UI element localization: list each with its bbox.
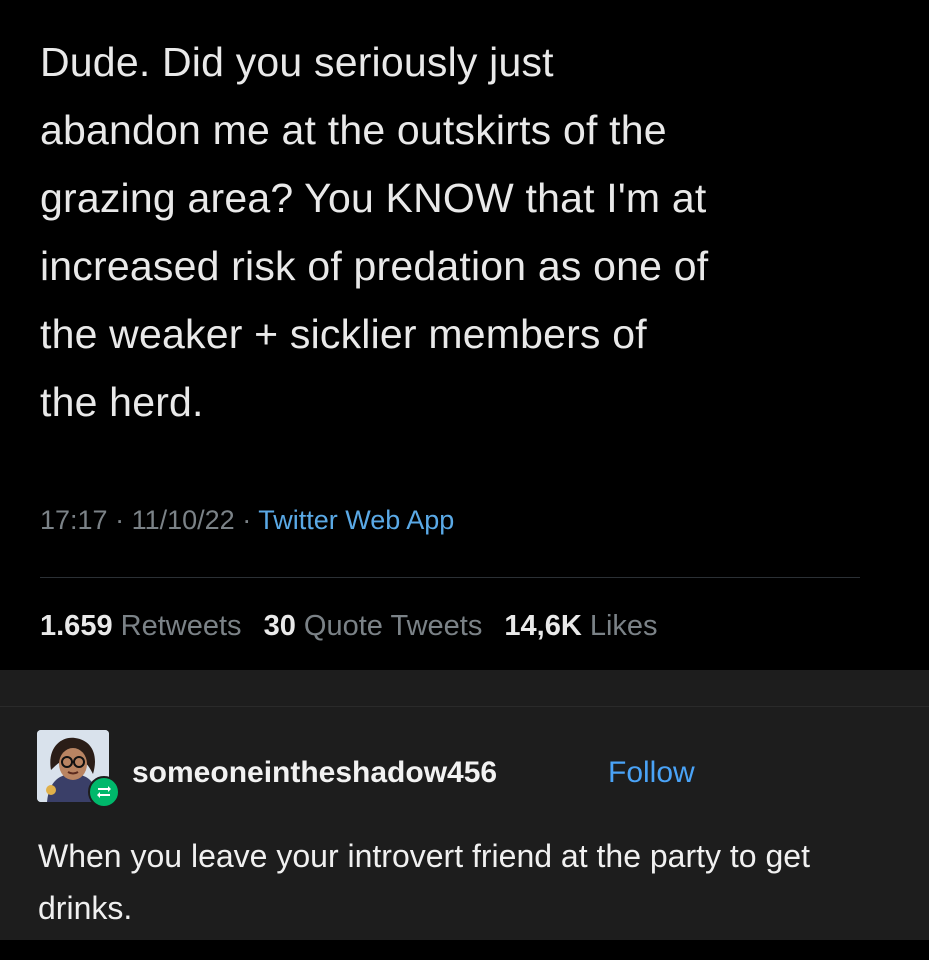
- likes-label: Likes: [589, 610, 658, 642]
- post-body: When you leave your introvert friend at …: [38, 838, 810, 926]
- quotes-count: 30: [263, 610, 296, 642]
- reblog-icon: [97, 786, 111, 798]
- tweet-card: Dude. Did you seriously just abandon me …: [0, 0, 929, 670]
- tweet-date[interactable]: 11/10/22: [132, 505, 235, 535]
- tweet-stats: 1.659 Retweets 30 Quote Tweets 14,6K Lik…: [40, 610, 658, 643]
- quotes-stat[interactable]: 30 Quote Tweets: [264, 610, 483, 642]
- divider: [0, 706, 929, 707]
- tweet-text: Dude. Did you seriously just abandon me …: [40, 39, 709, 425]
- meta-separator: ·: [242, 505, 259, 535]
- retweets-label: Retweets: [120, 610, 242, 642]
- retweets-stat[interactable]: 1.659 Retweets: [40, 610, 242, 642]
- bottom-edge: [0, 940, 929, 960]
- follow-button[interactable]: Follow: [608, 756, 695, 790]
- tweet-source-link[interactable]: Twitter Web App: [258, 505, 454, 535]
- post-username[interactable]: someoneintheshadow456: [132, 756, 497, 790]
- likes-count: 14,6K: [504, 610, 582, 642]
- tweet-time: 17:17: [40, 505, 108, 535]
- tweet-meta: 17:17 · 11/10/22 · Twitter Web App: [40, 505, 454, 536]
- quotes-label: Quote Tweets: [303, 610, 483, 642]
- divider: [40, 577, 860, 578]
- retweets-count: 1.659: [40, 610, 113, 642]
- reblog-post: someoneintheshadow456 Follow When you le…: [0, 670, 929, 940]
- reblog-badge: [88, 776, 120, 808]
- likes-stat[interactable]: 14,6K Likes: [504, 610, 657, 642]
- meta-separator: ·: [115, 505, 132, 535]
